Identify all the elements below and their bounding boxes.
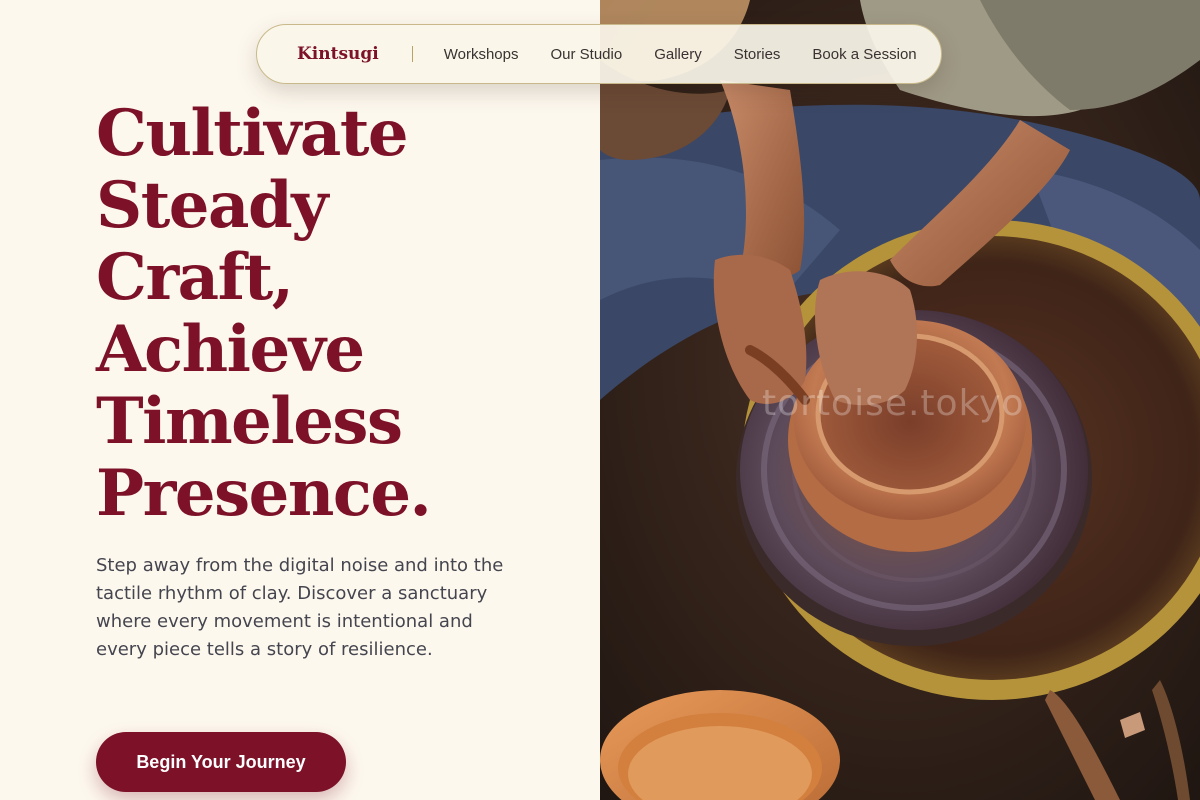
nav-link-our-studio[interactable]: Our Studio <box>551 46 623 63</box>
nav-link-workshops[interactable]: Workshops <box>444 46 519 63</box>
nav-links: Workshops Our Studio Gallery Stories Boo… <box>444 46 917 63</box>
nav-link-gallery[interactable]: Gallery <box>654 46 702 63</box>
hero-title-line: Presence. <box>96 456 432 531</box>
hero-title-line: Timeless <box>96 384 403 459</box>
hero-description: Step away from the digital noise and int… <box>96 555 504 660</box>
watermark-text: tortoise.tokyo <box>762 383 1025 424</box>
brand-logo[interactable]: Kintsugi <box>297 44 379 64</box>
main-nav: Kintsugi Workshops Our Studio Gallery St… <box>256 24 942 84</box>
hero-title: Cultivate Steady Craft, Achieve Timeless… <box>96 98 596 530</box>
hero-title-line: Steady <box>96 168 328 243</box>
hero-title-line: Achieve <box>96 312 365 387</box>
hero-title-line: Cultivate <box>96 96 409 171</box>
begin-journey-button[interactable]: Begin Your Journey <box>96 732 346 792</box>
nav-link-book-a-session[interactable]: Book a Session <box>812 46 916 63</box>
hero-title-line: Craft, <box>96 240 294 315</box>
nav-divider <box>411 46 413 62</box>
nav-link-stories[interactable]: Stories <box>734 46 781 63</box>
